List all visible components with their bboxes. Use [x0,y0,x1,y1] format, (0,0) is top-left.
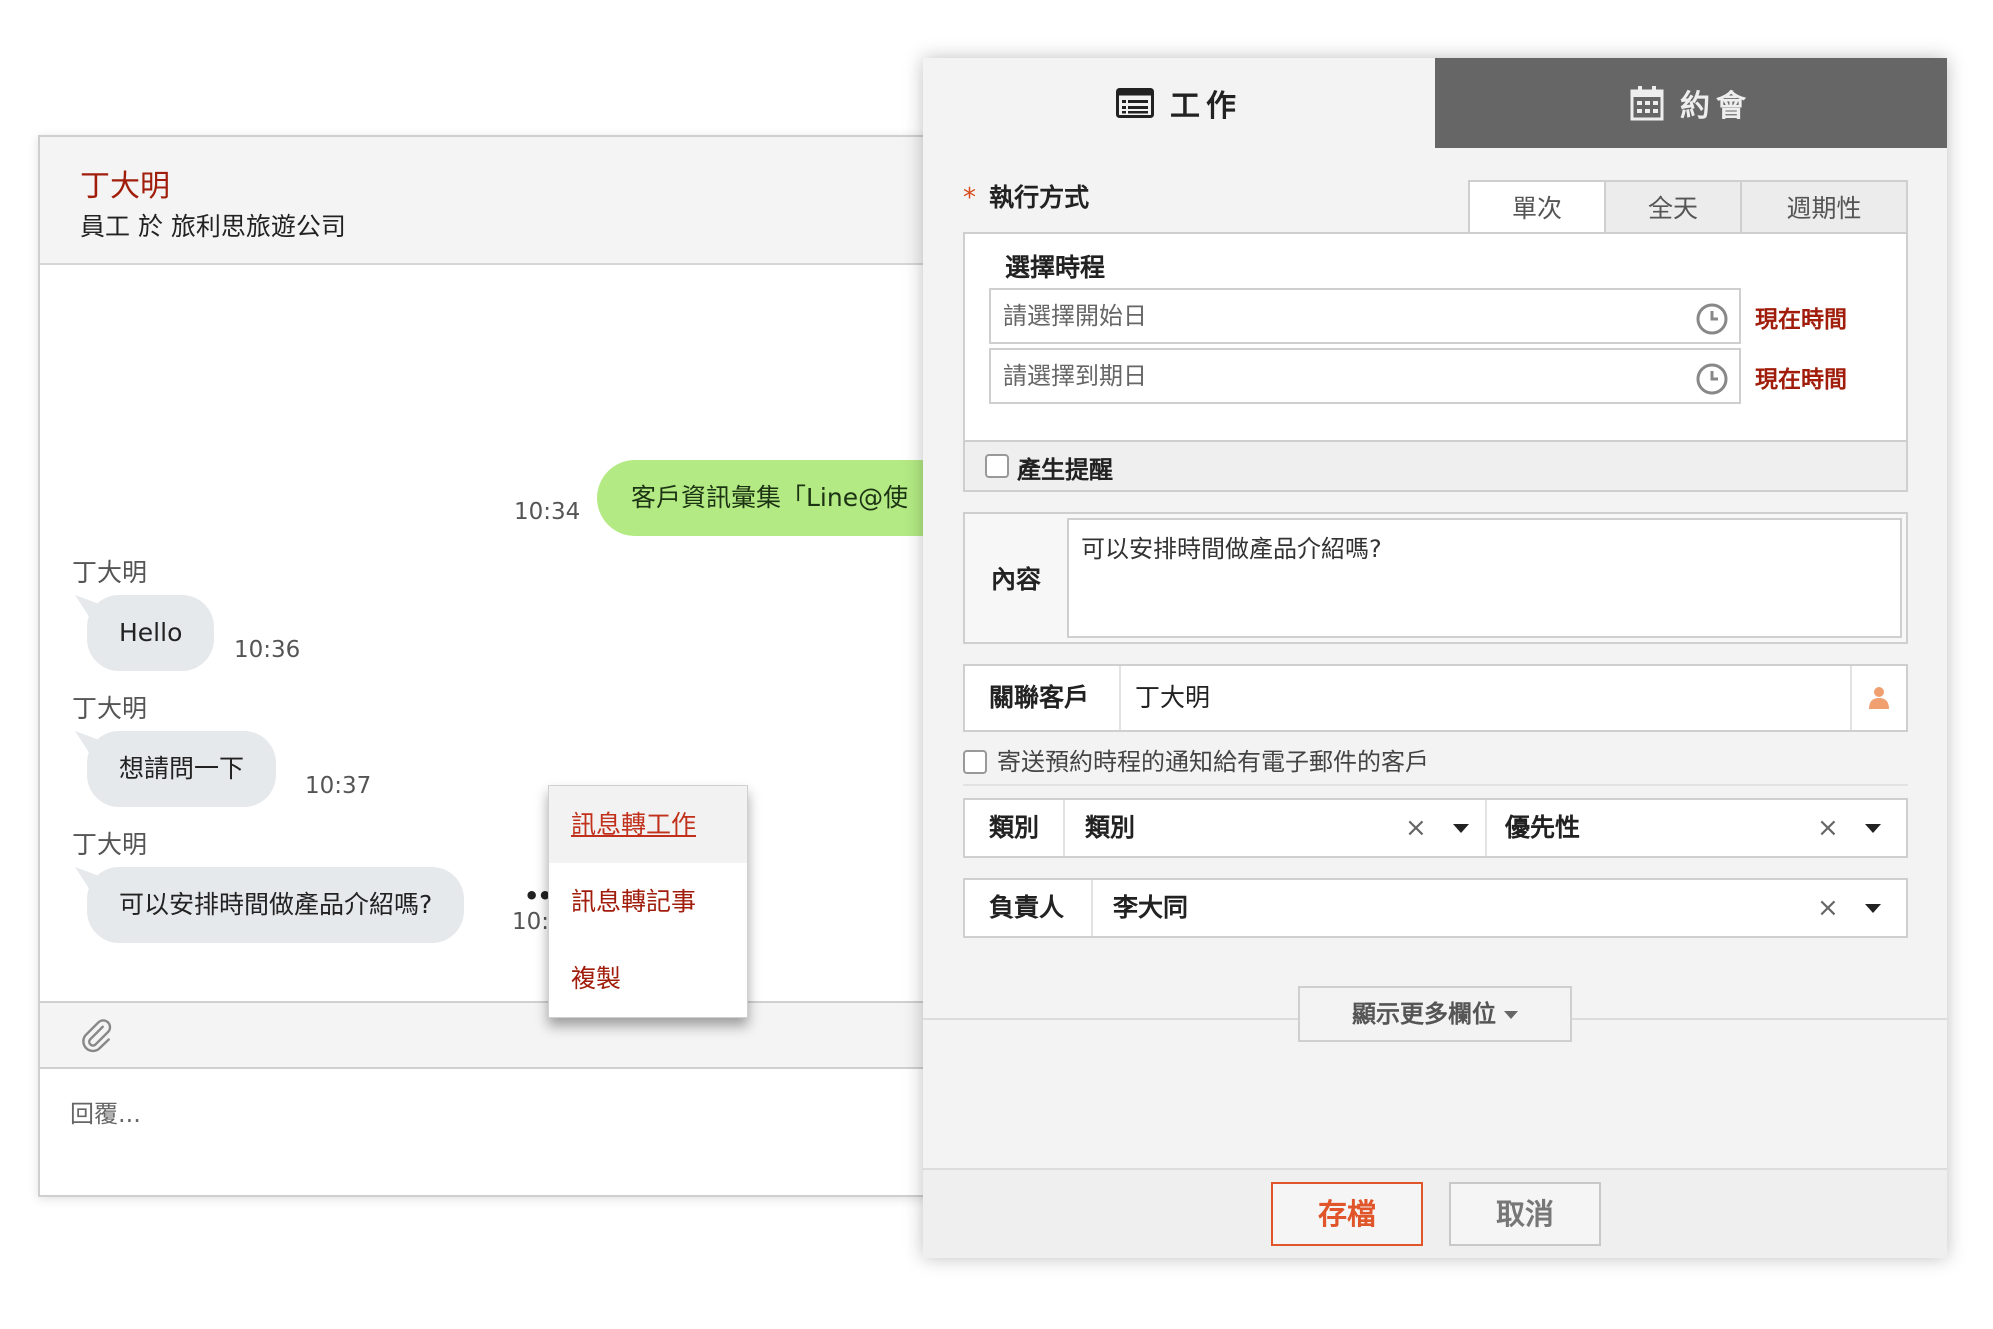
customer-label: 關聯客戶 [965,666,1121,730]
schedule-box: 選擇時程 現在時間 現在時間 [963,232,1908,442]
tab-appointment[interactable]: 約會 [1435,58,1947,148]
reply-input[interactable] [70,1089,940,1139]
tab-appointment-label: 約會 [1680,89,1752,124]
incoming-message[interactable]: 可以安排時間做產品介紹嗎? [87,867,465,943]
chat-window: 丁大明 員工 於 旅利思旅遊公司 10:34 客戶資訊彙集「Line@使 丁大明… [38,135,977,1197]
field-divider [1485,800,1487,856]
category-select[interactable]: 類別 [1085,800,1135,856]
panel-footer: 存檔 取消 [923,1168,1947,1258]
outgoing-message[interactable]: 客戶資訊彙集「Line@使 [597,460,977,536]
content-textarea[interactable]: 可以安排時間做產品介紹嗎? [1067,518,1902,638]
required-marker: * [963,183,976,213]
contact-subtitle: 員工 於 旅利思旅遊公司 [80,212,346,241]
owner-label: 負責人 [965,880,1093,936]
message-context-menu: 訊息轉工作 訊息轉記事 複製 [548,785,748,1018]
start-date-field[interactable] [989,288,1741,344]
tab-task[interactable]: 工作 [923,58,1435,148]
task-panel: 工作 約會 * 執行方式 單次 全天 週期性 選擇時程 請選擇開始日 現在時間 … [923,58,1947,1258]
category-clear-button[interactable]: × [1405,800,1427,856]
category-dropdown-icon[interactable] [1453,824,1469,833]
tab-task-label: 工作 [1170,89,1242,124]
clock-icon[interactable] [1695,302,1729,336]
notify-checkbox[interactable] [963,750,987,774]
person-icon [1869,687,1889,709]
category-label: 類別 [965,800,1065,856]
content-label: 內容 [991,565,1042,594]
start-now-link[interactable]: 現在時間 [1755,300,1847,334]
incoming-message[interactable]: Hello [87,595,215,671]
priority-select[interactable]: 優先性 [1505,800,1580,856]
message-sender: 丁大明 [72,558,148,587]
calendar-icon [1630,86,1664,121]
message-time: 10:37 [305,773,372,799]
caret-down-icon [1504,1011,1518,1019]
message-list: 10:34 客戶資訊彙集「Line@使 丁大明 Hello 10:36 丁大明 … [40,267,977,997]
owner-dropdown-icon[interactable] [1865,904,1881,913]
end-date-input[interactable] [1003,358,1653,394]
contact-name[interactable]: 丁大明 [80,167,966,207]
priority-clear-button[interactable]: × [1817,800,1839,856]
category-priority-row: 類別 類別 × 優先性 × [963,798,1908,858]
save-button[interactable]: 存檔 [1271,1182,1423,1246]
end-now-link[interactable]: 現在時間 [1755,360,1847,394]
chat-header: 丁大明 員工 於 旅利思旅遊公司 [40,137,966,265]
mode-tab-recurring[interactable]: 週期性 [1742,180,1908,234]
menu-item-message-to-note[interactable]: 訊息轉記事 [549,863,747,940]
reminder-row: 產生提醒 [963,442,1908,492]
mode-tab-once[interactable]: 單次 [1468,180,1606,234]
execution-mode-label: 執行方式 [989,183,1090,212]
end-date-field[interactable] [989,348,1741,404]
reminder-checkbox[interactable] [985,454,1009,478]
message-time: 10:36 [234,637,301,663]
schedule-title: 選擇時程 [1005,253,1106,282]
incoming-message[interactable]: 想請問一下 [87,731,277,807]
notify-row: 寄送預約時程的通知給有電子郵件的客戶 [963,742,1908,786]
message-sender: 丁大明 [72,694,148,723]
menu-item-message-to-task[interactable]: 訊息轉工作 [549,786,747,863]
owner-select[interactable]: 李大同 [1113,880,1188,936]
mode-tab-all-day[interactable]: 全天 [1606,180,1742,234]
clock-icon[interactable] [1695,362,1729,396]
show-more-label: 顯示更多欄位 [1352,1000,1496,1028]
reminder-label: 產生提醒 [1017,456,1113,484]
content-field: 內容 可以安排時間做產品介紹嗎? [963,512,1908,644]
message-time: 10:34 [514,499,581,525]
execution-mode-tabs: 單次 全天 週期性 [1468,180,1908,234]
notify-label: 寄送預約時程的通知給有電子郵件的客戶 [997,748,1429,776]
owner-clear-button[interactable]: × [1817,880,1839,936]
chat-toolbar [40,1001,966,1069]
customer-value[interactable]: 丁大明 [1135,666,1210,730]
menu-item-copy[interactable]: 複製 [549,940,747,1017]
customer-field: 關聯客戶 丁大明 [963,664,1908,732]
show-more-fields-button[interactable]: 顯示更多欄位 [1298,986,1572,1042]
panel-tabs: 工作 約會 [923,58,1947,148]
list-icon [1116,88,1154,118]
cancel-button[interactable]: 取消 [1449,1182,1601,1246]
owner-row: 負責人 李大同 × [963,878,1908,938]
customer-picker-button[interactable] [1850,666,1906,730]
message-sender: 丁大明 [72,830,148,859]
priority-dropdown-icon[interactable] [1865,824,1881,833]
paperclip-icon[interactable] [78,1017,114,1053]
start-date-input[interactable] [1003,298,1653,334]
